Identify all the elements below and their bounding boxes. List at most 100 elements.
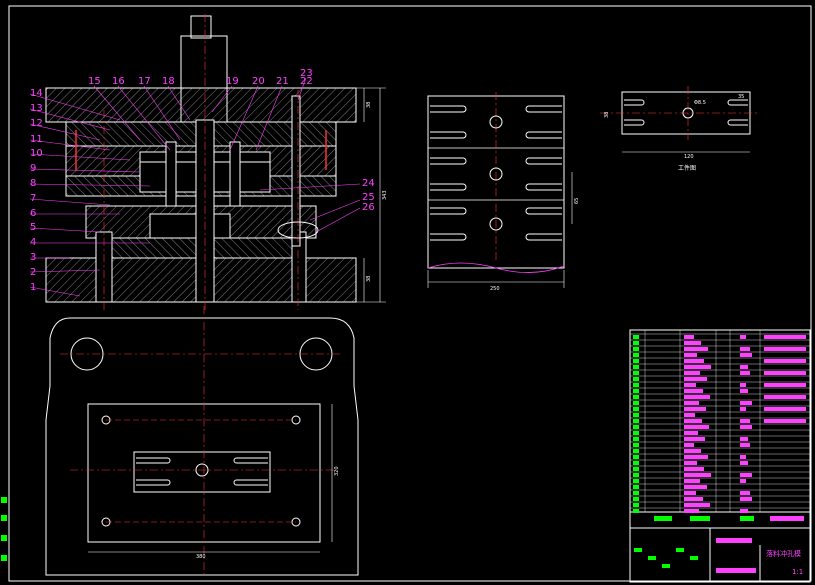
parts-list-index — [633, 473, 639, 477]
parts-list-index — [633, 491, 639, 495]
parts-list-index — [633, 497, 639, 501]
parts-list-index — [633, 353, 639, 357]
parts-list-cell — [684, 395, 710, 399]
title-cell — [662, 564, 670, 568]
strip-slot — [430, 157, 467, 165]
parts-list-cell — [764, 371, 806, 375]
part-label: 13 — [30, 103, 43, 114]
dim-base-width: 320 — [334, 466, 340, 476]
parts-list-cell — [684, 479, 700, 483]
part-label: 9 — [30, 163, 36, 174]
parts-list-cell — [684, 359, 704, 363]
parts-list-cell — [684, 497, 703, 501]
part-label: 5 — [30, 222, 36, 233]
parts-list-cell — [684, 425, 709, 429]
parts-list-cell — [740, 473, 752, 477]
parts-list-cell — [740, 425, 752, 429]
title-cell — [654, 516, 672, 521]
strip-slot — [525, 157, 562, 165]
parts-list-cell — [764, 359, 806, 363]
dim-base-length: 380 — [196, 554, 206, 560]
dim-base-plate: 38 — [366, 276, 372, 282]
strip-slot — [525, 233, 562, 241]
parts-list-cell — [684, 413, 695, 417]
parts-list-cell — [740, 383, 746, 387]
parts-list-index — [633, 449, 639, 453]
parts-list-index — [633, 389, 639, 393]
part-label: 17 — [138, 76, 151, 87]
parts-list-index — [633, 413, 639, 417]
workpiece-view: 120 Φ8.5 35 38 工件图 — [600, 86, 760, 172]
part-label: 26 — [362, 202, 375, 213]
parts-list-cell — [740, 443, 750, 447]
parts-list-index — [633, 443, 639, 447]
title-block: 落料冲孔模 1:1 — [629, 329, 811, 583]
part-label: 1 — [30, 282, 36, 293]
strip-slot — [525, 207, 562, 215]
part-label: 21 — [276, 76, 289, 87]
parts-list-cell — [740, 419, 750, 423]
shank-top — [190, 15, 212, 39]
part-label: 14 — [30, 88, 43, 99]
parts-list-cell — [740, 509, 748, 513]
parts-list-index — [633, 383, 639, 387]
parts-list-index — [633, 455, 639, 459]
parts-list-cell — [684, 377, 707, 381]
parts-list-index — [633, 335, 639, 339]
dim-hole: Φ8.5 — [694, 100, 706, 106]
parts-list-cell — [684, 383, 696, 387]
title-cell — [740, 516, 754, 521]
parts-list-index — [633, 461, 639, 465]
parts-list-frame — [629, 329, 811, 583]
part-label: 2 — [30, 267, 36, 278]
strip-slot — [430, 207, 467, 215]
parts-list-index — [633, 467, 639, 471]
part-label: 18 — [162, 76, 175, 87]
title-cell — [676, 548, 684, 552]
parts-list-cell — [684, 473, 711, 477]
parts-list-cell — [764, 383, 806, 387]
strip-layout-view: 250 65 — [427, 92, 580, 292]
parts-list-cell — [740, 371, 750, 375]
title-cell — [716, 568, 756, 573]
parts-list-cell — [764, 407, 806, 411]
parts-list-index — [633, 365, 639, 369]
dim-part-height: 38 — [604, 112, 610, 118]
parts-list-index — [633, 431, 639, 435]
parts-list-cell — [740, 479, 746, 483]
parts-list-index — [633, 503, 639, 507]
parts-list-cell — [684, 437, 705, 441]
parts-list-cell — [740, 353, 752, 357]
dim-strip-width: 250 — [490, 286, 500, 292]
parts-list-cell — [764, 335, 806, 339]
parts-list-cell — [764, 395, 806, 399]
part-label: 15 — [88, 76, 101, 87]
dim-front-height: 343 — [382, 190, 388, 200]
title-cell — [690, 556, 698, 560]
parts-list-index — [633, 359, 639, 363]
parts-list-index — [633, 371, 639, 375]
workpiece-caption: 工件图 — [678, 164, 696, 172]
part-label: 24 — [362, 178, 375, 189]
parts-list-cell — [684, 389, 703, 393]
drawing-scale: 1:1 — [792, 568, 803, 576]
part-label: 16 — [112, 76, 125, 87]
workpiece-slot — [624, 119, 645, 126]
parts-list-cell — [684, 347, 708, 351]
workpiece-slot — [727, 119, 748, 126]
part-label: 7 — [30, 193, 36, 204]
parts-list-cell — [684, 455, 708, 459]
cavity-slot — [233, 479, 268, 486]
parts-list-cell — [764, 419, 806, 423]
parts-list-index — [633, 347, 639, 351]
title-cell — [634, 548, 642, 552]
part-label: 20 — [252, 76, 265, 87]
cavity-slot — [136, 479, 171, 486]
parts-list-cell — [740, 455, 746, 459]
strip-slot — [430, 105, 467, 113]
strip-slot — [430, 131, 467, 139]
front-section-view: 343 38 38 — [45, 14, 388, 310]
workpiece-slot — [727, 99, 748, 106]
parts-list-cell — [740, 335, 746, 339]
strip-slot — [525, 183, 562, 191]
